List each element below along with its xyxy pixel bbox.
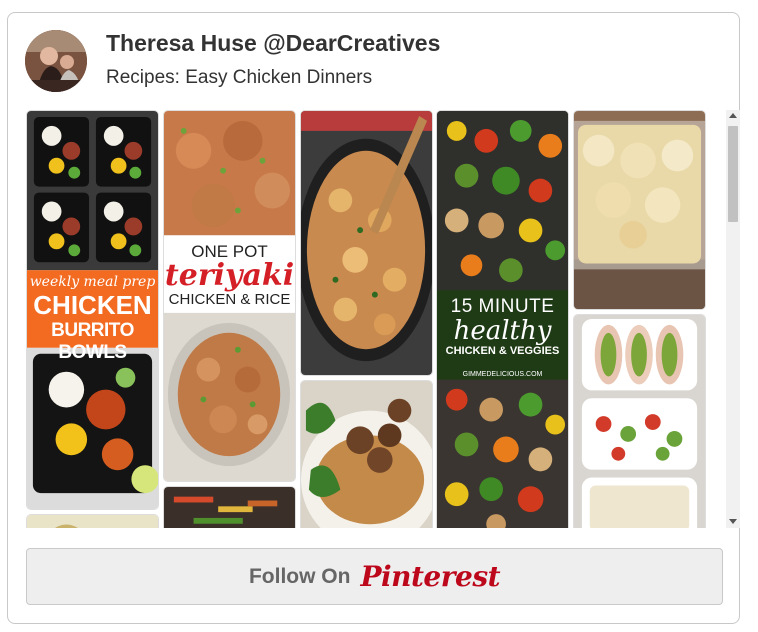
pin-grid: weekly meal prep CHICKEN BURRITO BOWLS O…	[26, 110, 726, 528]
pin-chicken-casserole[interactable]	[573, 110, 706, 310]
profile-name[interactable]: Theresa Huse @DearCreatives	[106, 30, 440, 57]
pin-grid-scrollbar[interactable]	[726, 110, 740, 528]
pin-food-partial-1[interactable]	[26, 514, 159, 528]
pinterest-logo: Pinterest	[360, 560, 501, 593]
pin-veggies-text-2: healthy	[453, 316, 552, 346]
pin-teriyaki-text-2: teriyaki	[164, 258, 295, 293]
pin-burrito-text-3: BURRITO BOWLS	[51, 320, 134, 363]
board-title[interactable]: Recipes: Easy Chicken Dinners	[106, 67, 372, 89]
follow-on-pinterest-button[interactable]: Follow On Pinterest	[26, 548, 723, 605]
pin-veggies-credit: GIMMEDELICIOUS.COM	[462, 371, 543, 378]
pin-veggies-text-1: 15 MINUTE	[450, 296, 555, 317]
pin-teriyaki-text-3: CHICKEN & RICE	[168, 291, 291, 308]
pin-burrito-text-2: CHICKEN	[33, 290, 152, 320]
pin-burrito-text-1: weekly meal prep	[29, 274, 156, 290]
pin-mushroom-chicken[interactable]	[300, 380, 433, 528]
pin-veggies-text-3: CHICKEN & VEGGIES	[445, 345, 560, 357]
follow-button-label: Follow On	[248, 564, 351, 588]
scroll-down-arrow-icon[interactable]	[729, 519, 737, 524]
profile-avatar[interactable]	[25, 30, 87, 92]
pin-pesto-stuffed-chicken[interactable]	[573, 314, 706, 528]
pin-fajita-partial[interactable]	[163, 486, 296, 528]
pin-creamy-tortellini[interactable]	[300, 110, 433, 376]
scroll-up-arrow-icon[interactable]	[729, 113, 737, 118]
scrollbar-thumb[interactable]	[728, 126, 738, 222]
